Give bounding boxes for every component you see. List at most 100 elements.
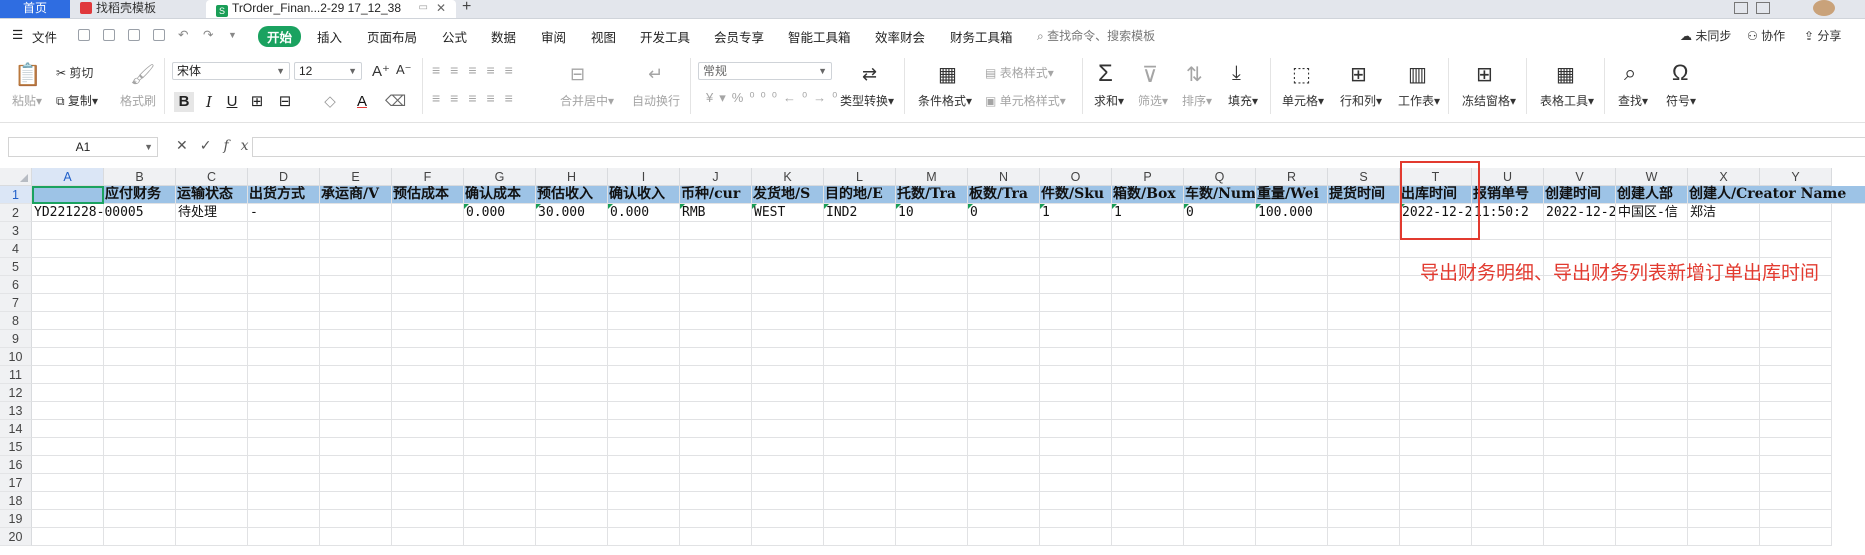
cell-x4[interactable]: [1688, 240, 1760, 258]
cell-d1[interactable]: 出货方式: [248, 186, 320, 204]
cell-v12[interactable]: [1544, 384, 1616, 402]
cell-k15[interactable]: [752, 438, 824, 456]
cell-b3[interactable]: [104, 222, 176, 240]
wrap-text-button[interactable]: 自动换行: [632, 92, 680, 109]
cell-r4[interactable]: [1256, 240, 1328, 258]
menu-tab-home[interactable]: 开始: [258, 26, 302, 47]
cell-h2[interactable]: 30.000: [536, 204, 608, 222]
cell-v1[interactable]: 创建时间: [1544, 186, 1616, 204]
cell-h14[interactable]: [536, 420, 608, 438]
cell-d6[interactable]: [248, 276, 320, 294]
cell-q3[interactable]: [1184, 222, 1256, 240]
type-convert-icon[interactable]: ⇄: [862, 64, 877, 85]
cell-a14[interactable]: [32, 420, 104, 438]
cell-v14[interactable]: [1544, 420, 1616, 438]
cell-u7[interactable]: [1472, 294, 1544, 312]
cell-q10[interactable]: [1184, 348, 1256, 366]
cell-t8[interactable]: [1400, 312, 1472, 330]
collaborate-button[interactable]: ⚇ 协作: [1747, 27, 1785, 44]
cell-p5[interactable]: [1112, 258, 1184, 276]
cell-g14[interactable]: [464, 420, 536, 438]
cell-x10[interactable]: [1688, 348, 1760, 366]
cell-x19[interactable]: [1688, 510, 1760, 528]
cell-g16[interactable]: [464, 456, 536, 474]
cell-r6[interactable]: [1256, 276, 1328, 294]
cell-b13[interactable]: [104, 402, 176, 420]
row-header-9[interactable]: 9: [0, 330, 32, 348]
cell-d8[interactable]: [248, 312, 320, 330]
cell-c17[interactable]: [176, 474, 248, 492]
menu-tab-insert[interactable]: 插入: [317, 27, 342, 46]
cell-h7[interactable]: [536, 294, 608, 312]
cell-q20[interactable]: [1184, 528, 1256, 546]
cell-y12[interactable]: [1760, 384, 1832, 402]
cell-n18[interactable]: [968, 492, 1040, 510]
cell-u1[interactable]: 报销单号: [1472, 186, 1544, 204]
cell-p3[interactable]: [1112, 222, 1184, 240]
cell-b18[interactable]: [104, 492, 176, 510]
cell-w3[interactable]: [1616, 222, 1688, 240]
cell-p2[interactable]: 1: [1112, 204, 1184, 222]
menu-tab-review[interactable]: 审阅: [541, 27, 566, 46]
cell-t9[interactable]: [1400, 330, 1472, 348]
cell-f8[interactable]: [392, 312, 464, 330]
cell-b16[interactable]: [104, 456, 176, 474]
row-header-7[interactable]: 7: [0, 294, 32, 312]
cell-e8[interactable]: [320, 312, 392, 330]
cell-t14[interactable]: [1400, 420, 1472, 438]
cell-j20[interactable]: [680, 528, 752, 546]
cell-h15[interactable]: [536, 438, 608, 456]
cell-o17[interactable]: [1040, 474, 1112, 492]
column-header-c[interactable]: C: [176, 168, 248, 186]
cell-f2[interactable]: [392, 204, 464, 222]
cell-m2[interactable]: 10: [896, 204, 968, 222]
cell-g13[interactable]: [464, 402, 536, 420]
tile-icon[interactable]: [1734, 2, 1748, 14]
cell-j17[interactable]: [680, 474, 752, 492]
cell-w14[interactable]: [1616, 420, 1688, 438]
cell-j14[interactable]: [680, 420, 752, 438]
cell-s1[interactable]: 提货时间: [1328, 186, 1400, 204]
cell-u12[interactable]: [1472, 384, 1544, 402]
column-header-x[interactable]: X: [1688, 168, 1760, 186]
cell-f7[interactable]: [392, 294, 464, 312]
menu-tab-data[interactable]: 数据: [491, 27, 516, 46]
cell-s4[interactable]: [1328, 240, 1400, 258]
cell-k1[interactable]: 发货地/S: [752, 186, 824, 204]
hamburger-icon[interactable]: ☰: [12, 27, 23, 42]
cell-y7[interactable]: [1760, 294, 1832, 312]
save-icon[interactable]: [103, 29, 115, 41]
clear-format-icon[interactable]: ⌫: [385, 92, 406, 112]
cell-e4[interactable]: [320, 240, 392, 258]
cell-r18[interactable]: [1256, 492, 1328, 510]
cell-q2[interactable]: 0: [1184, 204, 1256, 222]
increase-font-icon[interactable]: A⁺: [372, 62, 390, 80]
decrease-font-icon[interactable]: A⁻: [396, 62, 412, 78]
cell-v11[interactable]: [1544, 366, 1616, 384]
cell-v3[interactable]: [1544, 222, 1616, 240]
cell-e12[interactable]: [320, 384, 392, 402]
cell-b4[interactable]: [104, 240, 176, 258]
freeze-panes-icon[interactable]: ⊞: [1476, 62, 1493, 87]
cell-s14[interactable]: [1328, 420, 1400, 438]
cell-a1[interactable]: [32, 186, 104, 204]
cell-w12[interactable]: [1616, 384, 1688, 402]
cell-y2[interactable]: [1760, 204, 1832, 222]
cell-k14[interactable]: [752, 420, 824, 438]
cell-j9[interactable]: [680, 330, 752, 348]
cell-h11[interactable]: [536, 366, 608, 384]
menu-file[interactable]: 文件: [32, 27, 57, 46]
cell-c3[interactable]: [176, 222, 248, 240]
tab-home[interactable]: 首页: [0, 0, 70, 18]
cell-i10[interactable]: [608, 348, 680, 366]
cell-s2[interactable]: [1328, 204, 1400, 222]
cell-l17[interactable]: [824, 474, 896, 492]
sort-button[interactable]: 排序▾: [1182, 92, 1212, 109]
print-preview-icon[interactable]: [153, 29, 165, 41]
cell-r5[interactable]: [1256, 258, 1328, 276]
cell-l5[interactable]: [824, 258, 896, 276]
cell-g6[interactable]: [464, 276, 536, 294]
cell-r12[interactable]: [1256, 384, 1328, 402]
cell-k4[interactable]: [752, 240, 824, 258]
cell-c4[interactable]: [176, 240, 248, 258]
